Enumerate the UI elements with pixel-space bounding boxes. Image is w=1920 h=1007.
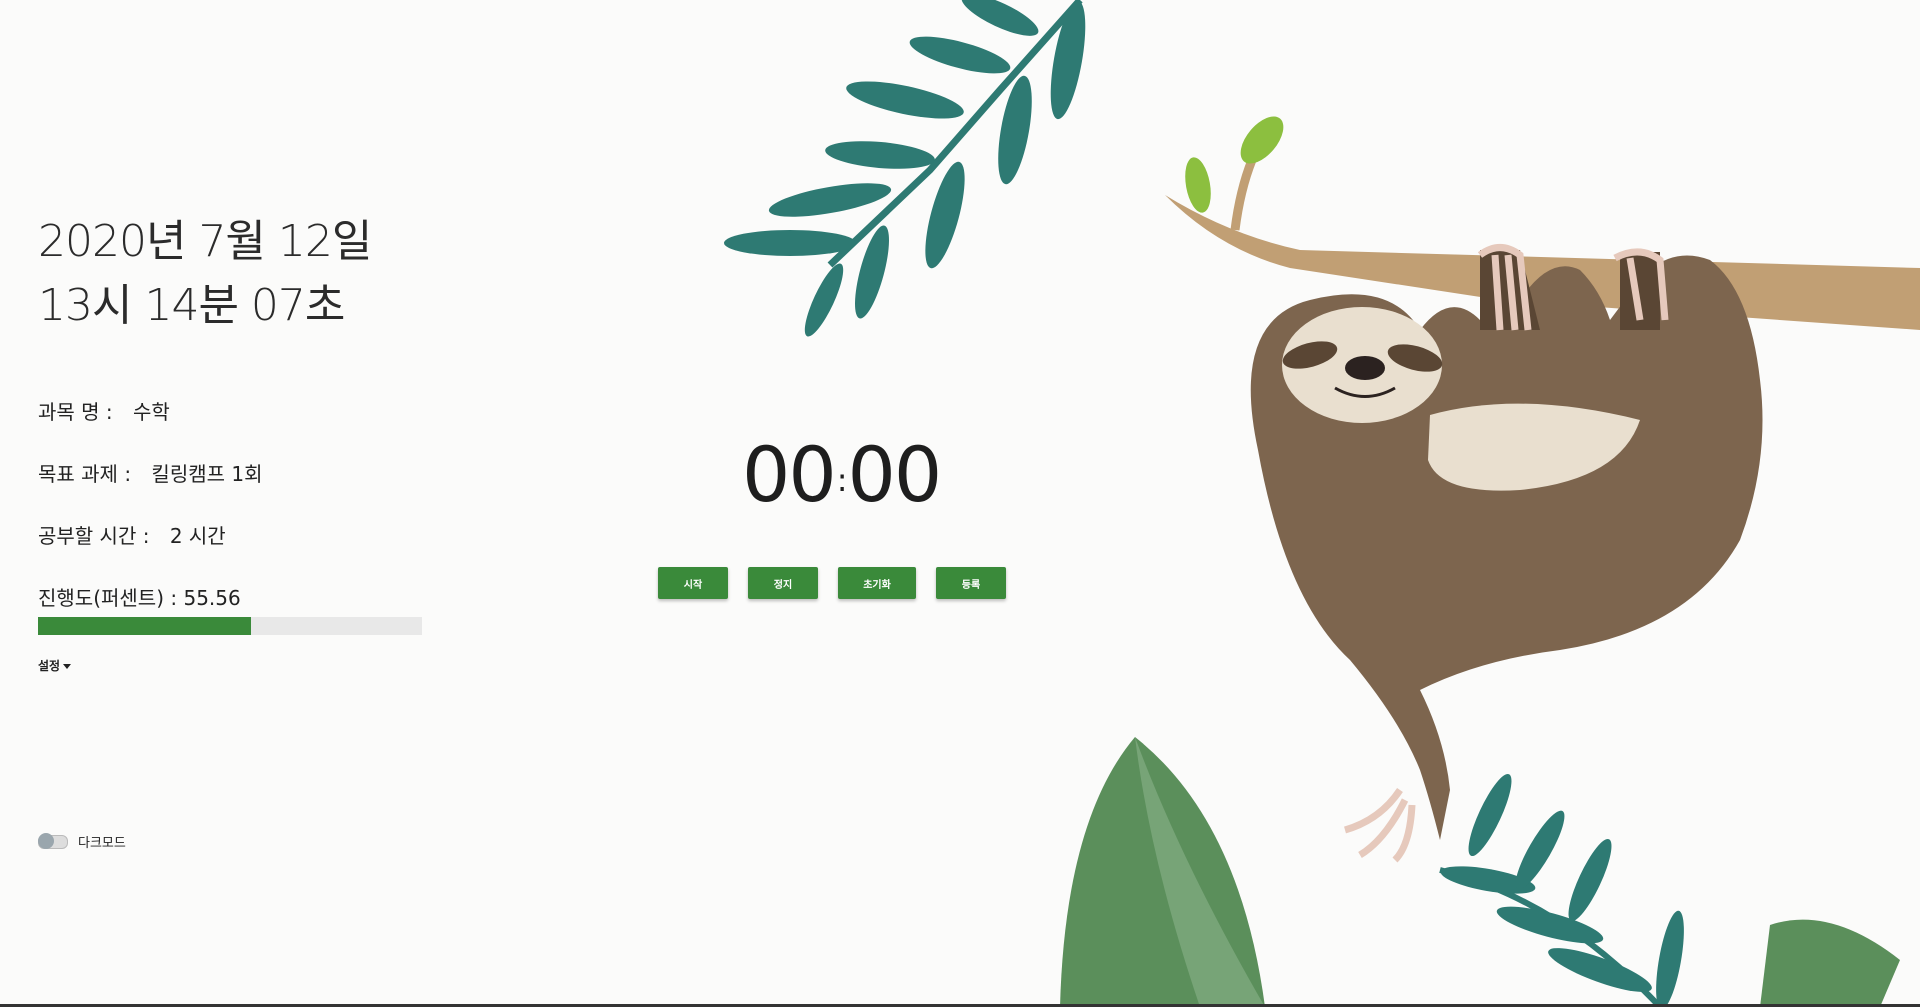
study-fields: 과목 명 : 수학 목표 과제 : 킬링캠프 1회 공부할 시간 : 2 시간 (38, 396, 438, 582)
progress-text: 진행도(퍼센트) : 55.56 (38, 582, 438, 611)
stopwatch-display: 00:00 (742, 430, 943, 519)
settings-label: 설정 (38, 659, 61, 673)
study-info-panel: 2020년 7월 12일 13시 14분 07초 과목 명 : 수학 목표 과제… (38, 210, 438, 674)
register-button[interactable]: 등록 (936, 567, 1006, 599)
goal-task-label: 목표 과제 : (38, 462, 132, 486)
goal-task-field: 목표 과제 : 킬링캠프 1회 (38, 458, 438, 520)
timer-controls: 시작 정지 초기화 등록 (658, 567, 1026, 599)
progress-bar (38, 617, 422, 635)
subject-field: 과목 명 : 수학 (38, 396, 438, 458)
study-time-label: 공부할 시간 : (38, 524, 150, 548)
top-leaf-branch-icon (724, 0, 1086, 337)
timer-colon: : (836, 461, 848, 499)
start-button[interactable]: 시작 (658, 567, 728, 599)
progress-label: 진행도(퍼센트) : (38, 586, 178, 610)
timer-seconds: 00 (847, 430, 943, 519)
switch-knob (38, 832, 54, 849)
subject-value: 수학 (133, 400, 170, 424)
goal-task-value: 킬링캠프 1회 (151, 462, 263, 486)
sloth-icon (1250, 244, 1763, 863)
timer-page: 2020년 7월 12일 13시 14분 07초 과목 명 : 수학 목표 과제… (0, 0, 1920, 1007)
bottom-leaf-icon (1060, 737, 1265, 1007)
progress-value: 55.56 (183, 586, 241, 610)
reset-button[interactable]: 초기화 (838, 567, 916, 599)
stop-button[interactable]: 정지 (748, 567, 818, 599)
subject-label: 과목 명 : (38, 400, 113, 424)
current-time: 13시 14분 07초 (38, 280, 345, 331)
dark-mode-control: 다크모드 (38, 832, 126, 851)
study-time-field: 공부할 시간 : 2 시간 (38, 520, 438, 582)
bottom-leaf-branch-icon (1439, 773, 1900, 1007)
study-time-value: 2 시간 (169, 524, 226, 548)
current-date: 2020년 7월 12일 (38, 216, 372, 267)
timer-minutes: 00 (742, 430, 837, 519)
caret-down-icon (63, 664, 72, 669)
settings-dropdown-toggle[interactable]: 설정 (38, 657, 72, 674)
dark-mode-label: 다크모드 (78, 836, 126, 851)
dark-mode-switch[interactable] (38, 832, 68, 849)
progress-bar-fill (38, 617, 252, 635)
